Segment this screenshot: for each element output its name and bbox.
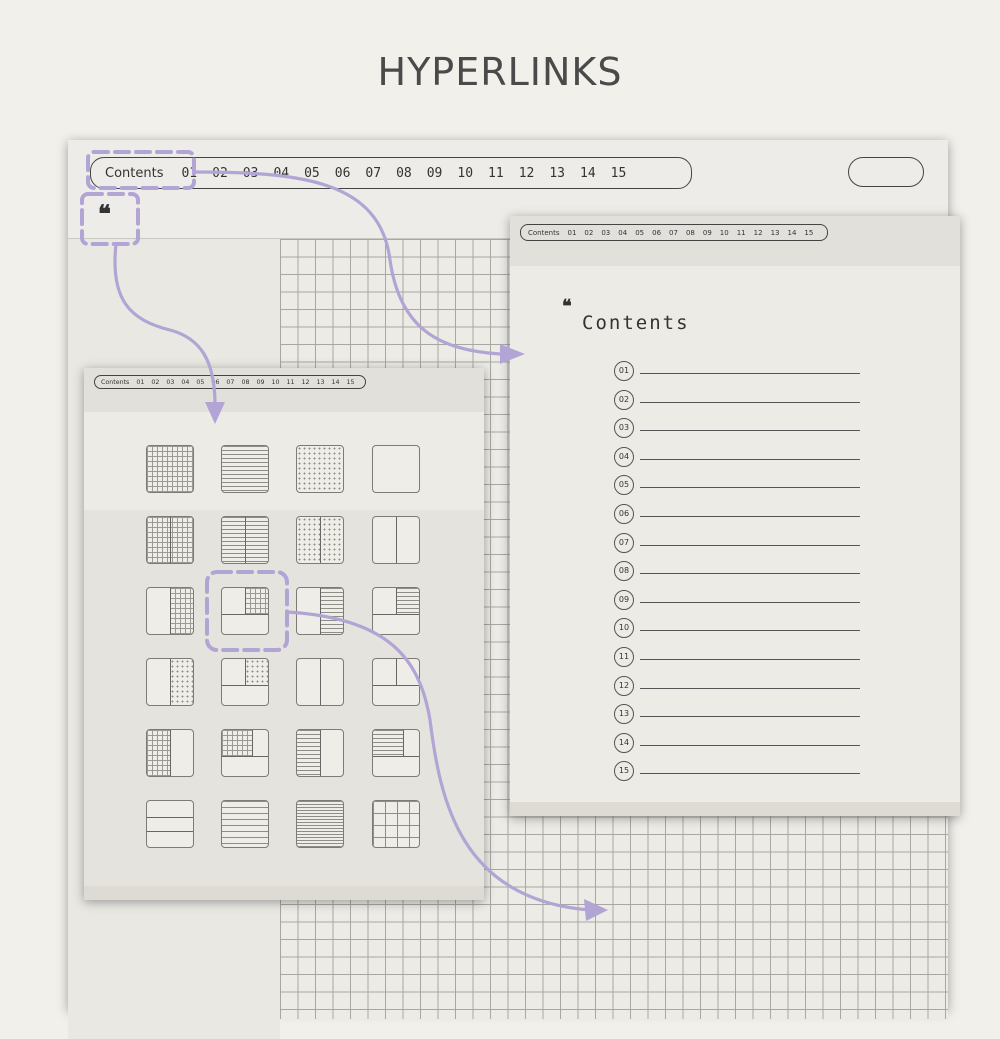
- arrow-icon: [500, 344, 525, 364]
- arrow-template-link: [285, 610, 592, 912]
- arrow-quote-link: [113, 242, 217, 407]
- highlight-contents-tab: [86, 150, 196, 190]
- arrow-icon: [205, 402, 225, 424]
- highlight-template-thumb: [205, 570, 289, 652]
- arrow-icon: [584, 899, 608, 921]
- hyperlink-annotations: [80, 150, 608, 921]
- highlight-quote-icon: [80, 192, 140, 246]
- arrow-contents-link: [192, 170, 502, 356]
